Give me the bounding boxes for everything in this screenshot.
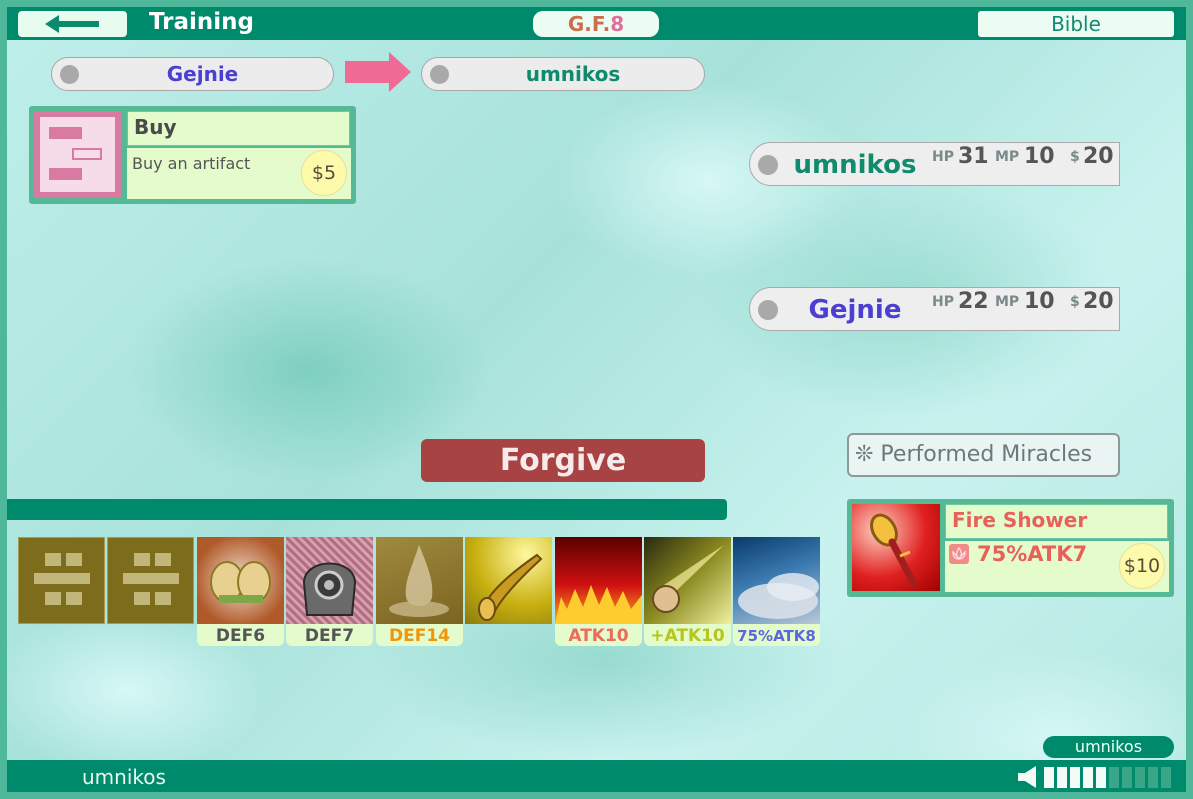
buy-card[interactable]: Buy Buy an artifact $5 (29, 106, 356, 204)
miracle-effect: 75%ATK7 (977, 542, 1088, 566)
hp-label: HP (932, 294, 954, 310)
hand-slot-7[interactable] (555, 537, 642, 624)
gf-prefix: G.F. (567, 12, 611, 36)
hand-slot-2[interactable] (107, 537, 194, 624)
mp-value: 10 (1024, 289, 1055, 314)
volume-segment[interactable] (1070, 767, 1080, 788)
bible-button[interactable]: Bible (978, 11, 1174, 37)
meteor-icon (652, 545, 724, 613)
card-price: $5 (301, 150, 347, 196)
lotus-icon (949, 544, 969, 564)
fire-shower-icon (852, 504, 940, 591)
money-value: 20 (1083, 144, 1114, 169)
current-user-name: umnikos (82, 765, 166, 789)
to-player-name: umnikos (525, 62, 621, 86)
volume-segment[interactable] (1057, 767, 1067, 788)
hand-slot-5[interactable] (376, 537, 463, 624)
hand-slot-6[interactable] (465, 537, 552, 624)
speaker-icon[interactable] (1018, 766, 1038, 788)
hand-slot-9[interactable] (733, 537, 820, 624)
card-title: Buy (127, 111, 350, 146)
player-status-umnikos[interactable]: umnikos HP 31 MP 10 $ 20 (749, 142, 1120, 186)
hp-label: HP (932, 149, 954, 165)
volume-segment[interactable] (1122, 767, 1132, 788)
volume-segment[interactable] (1161, 767, 1171, 788)
flames-icon (555, 585, 642, 624)
volume-segment[interactable] (1096, 767, 1106, 788)
gf-number: 8 (610, 12, 625, 36)
hp-value: 31 (958, 144, 989, 169)
money-label: $ (1070, 294, 1080, 310)
page-title: Training (149, 9, 255, 35)
player-name: Gejnie (808, 295, 902, 325)
mp-value: 10 (1024, 144, 1055, 169)
volume-segment[interactable] (1148, 767, 1158, 788)
player-dot (430, 65, 449, 84)
hand-slot-3[interactable] (197, 537, 284, 624)
money-label: $ (1070, 149, 1080, 165)
from-player-pill[interactable]: Gejnie (51, 57, 334, 91)
miracle-price: $10 (1119, 543, 1165, 589)
empty-slot-icon (107, 537, 194, 624)
shop-icon (34, 111, 121, 198)
hand-slot-9-label: 75%ATK8 (733, 624, 820, 646)
user-tag: umnikos (1043, 736, 1174, 758)
hand-slot-8-label: +ATK10 (644, 624, 731, 646)
volume-segment[interactable] (1109, 767, 1119, 788)
to-player-pill[interactable]: umnikos (421, 57, 705, 91)
empty-slot-icon (18, 537, 105, 624)
transfer-arrow-icon (345, 52, 411, 92)
hand-slot-1[interactable] (18, 537, 105, 624)
back-arrow-icon (44, 15, 99, 33)
miracle-title: Fire Shower (945, 504, 1168, 539)
player-status-gejnie[interactable]: Gejnie HP 22 MP 10 $ 20 (749, 287, 1120, 331)
hand-slot-8[interactable] (644, 537, 731, 624)
hand-slot-4[interactable] (286, 537, 373, 624)
hand-divider-bar (7, 499, 727, 520)
volume-segment[interactable] (1083, 767, 1093, 788)
hp-value: 22 (958, 289, 989, 314)
player-dot (758, 300, 778, 320)
mp-label: MP (995, 294, 1020, 310)
hand-slot-4-label: DEF7 (286, 624, 373, 646)
water-splash-icon (389, 545, 449, 617)
volume-segment[interactable] (1044, 767, 1054, 788)
bottom-bar (7, 760, 1186, 793)
from-player-name: Gejnie (166, 62, 239, 86)
forgive-button[interactable]: Forgive (421, 439, 705, 482)
hand-slot-7-label: ATK10 (555, 624, 642, 646)
hand-slot-3-label: DEF6 (197, 624, 284, 646)
player-name: umnikos (793, 150, 917, 180)
storm-cloud-icon (738, 573, 819, 619)
player-dot (60, 65, 79, 84)
money-value: 20 (1083, 289, 1114, 314)
card-description: Buy an artifact (132, 154, 251, 173)
iron-helmet-icon (302, 562, 357, 616)
player-dot (758, 155, 778, 175)
golden-horn-icon (478, 553, 543, 621)
mp-label: MP (995, 149, 1020, 165)
golden-gloves-icon (210, 561, 271, 603)
gf-counter: G.F.8 (533, 11, 659, 37)
performed-miracles-button[interactable]: ❊ Performed Miracles (847, 433, 1120, 477)
back-button[interactable] (18, 11, 127, 37)
hand-slot-5-label: DEF14 (376, 624, 463, 646)
miracle-card[interactable]: Fire Shower 75%ATK7 $10 (847, 499, 1174, 597)
volume-segment[interactable] (1135, 767, 1145, 788)
